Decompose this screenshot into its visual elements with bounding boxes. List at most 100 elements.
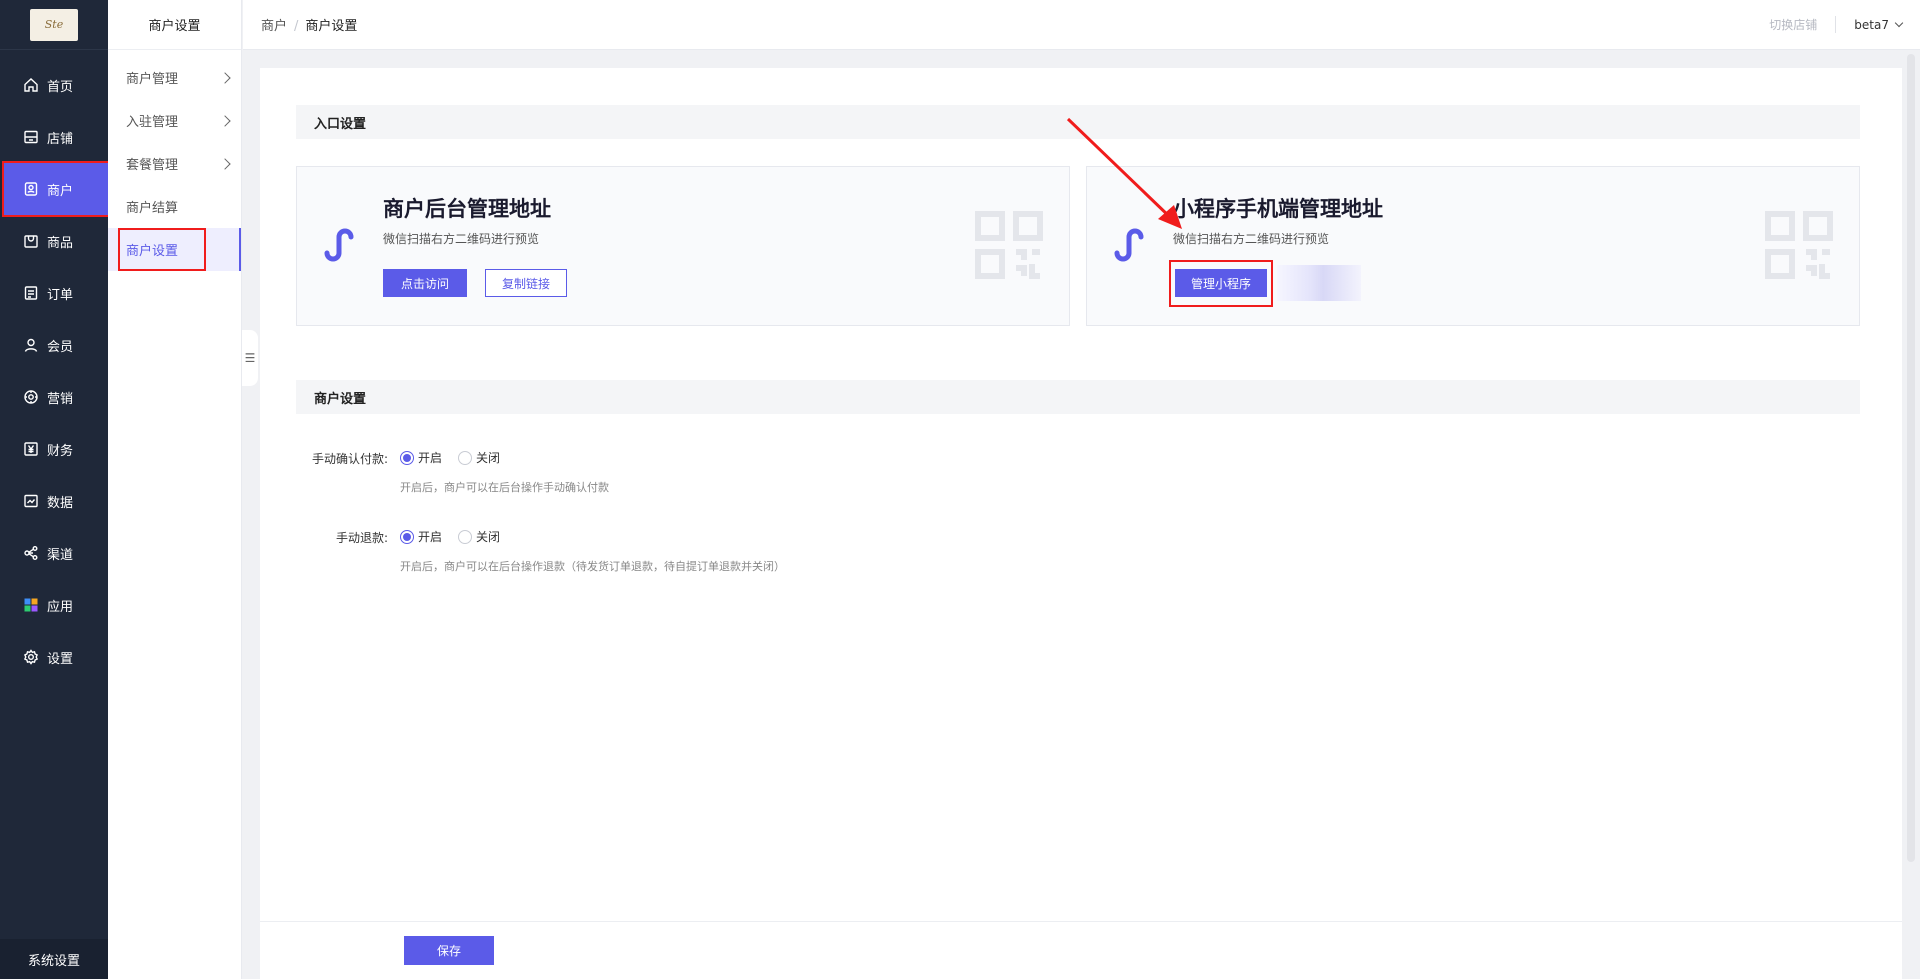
nav-item-data[interactable]: 数据 [0, 475, 108, 527]
sub-item-label: 商户管理 [126, 72, 179, 87]
radio-on[interactable]: 开启 [400, 449, 442, 466]
qr-code-icon [975, 211, 1043, 279]
breadcrumb: 商户 / 商户设置 [261, 15, 357, 34]
sub-item-label: 入驻管理 [126, 115, 179, 130]
field-label: 手动退款: [335, 531, 388, 545]
sub-menu-list: 商户管理 入驻管理 套餐管理 商户结算 商户设置 [108, 50, 241, 271]
nav-item-apps[interactable]: 应用 [0, 579, 108, 631]
card-desc: 微信扫描右方二维码进行预览 [1173, 232, 1330, 246]
nav-item-order[interactable]: 订单 [0, 267, 108, 319]
sub-item-merchant-manage[interactable]: 商户管理 [108, 56, 241, 99]
nav-item-home[interactable]: 首页 [0, 59, 108, 111]
chevron-down-icon [1894, 18, 1904, 28]
nav-item-merchant[interactable]: 商户 [2, 161, 114, 217]
nav-label: 会员 [47, 339, 74, 355]
data-icon [22, 492, 40, 510]
highlight-box [1169, 260, 1273, 307]
radio-unchecked-icon [458, 450, 473, 465]
blurred-link [1277, 265, 1361, 301]
main-nav: 首页 店铺 商户 商品 订单 会员 营销 财务 数据 渠道 应用 设置 [0, 50, 114, 683]
breadcrumb-separator: / [294, 19, 299, 34]
footer-bar: 保存 [260, 921, 1902, 979]
radio-group: 开启 关闭 [400, 449, 516, 466]
nav-label: 首页 [47, 79, 74, 95]
collapse-toggle[interactable]: ☰ [242, 330, 258, 386]
radio-off[interactable]: 关闭 [458, 528, 500, 545]
version-label: beta7 [1854, 17, 1889, 32]
brand-logo[interactable]: Ste [30, 8, 78, 41]
card-title: 小程序手机端管理地址 [1173, 197, 1383, 221]
marketing-icon [22, 388, 40, 406]
nav-label: 营销 [47, 391, 74, 407]
sub-item-label: 商户结算 [126, 201, 179, 216]
scrollbar-thumb[interactable] [1907, 54, 1915, 862]
radio-label: 关闭 [476, 451, 501, 465]
menu-icon: ☰ [244, 351, 256, 365]
nav-label: 设置 [47, 651, 74, 667]
copy-link-button[interactable]: 复制链接 [485, 269, 568, 297]
nav-label: 渠道 [47, 547, 74, 563]
card-title: 商户后台管理地址 [383, 197, 551, 221]
sub-item-settlement[interactable]: 商户结算 [108, 185, 241, 228]
version-dropdown[interactable]: beta7 [1836, 17, 1904, 32]
nav-label: 订单 [47, 287, 74, 303]
chevron-right-icon [219, 157, 231, 170]
main-content: 入口设置 商户后台管理地址 微信扫描右方二维码进行预览 点击访问 复制链接 小程… [260, 68, 1902, 979]
channel-icon [22, 544, 40, 562]
sub-item-settle-in[interactable]: 入驻管理 [108, 99, 241, 142]
page-scrollbar[interactable] [1902, 50, 1920, 979]
nav-label: 应用 [47, 599, 74, 615]
top-bar: 商户 / 商户设置 切换店铺 beta7 [243, 0, 1920, 50]
chevron-right-icon [219, 114, 231, 127]
card-desc: 微信扫描右方二维码进行预览 [383, 232, 540, 246]
nav-item-member[interactable]: 会员 [0, 319, 108, 371]
radio-checked-icon [400, 529, 414, 544]
radio-unchecked-icon [458, 529, 473, 544]
nav-label: 店铺 [47, 131, 74, 147]
nav-item-goods[interactable]: 商品 [0, 215, 108, 267]
breadcrumb-item[interactable]: 商户 [261, 19, 287, 34]
save-button[interactable]: 保存 [404, 936, 494, 965]
order-icon [22, 284, 40, 302]
sub-item-label: 套餐管理 [126, 158, 179, 173]
sub-item-package[interactable]: 套餐管理 [108, 142, 241, 185]
field-label: 手动确认付款: [311, 452, 388, 466]
settings-icon [22, 648, 40, 666]
nav-label: 商户 [47, 183, 74, 199]
top-right-actions: 切换店铺 beta7 [1769, 16, 1904, 33]
radio-label: 关闭 [476, 530, 501, 544]
mini-program-link-icon [1114, 228, 1144, 262]
switch-store-button[interactable]: 切换店铺 [1769, 16, 1837, 33]
radio-checked-icon [400, 450, 414, 465]
nav-item-settings[interactable]: 设置 [0, 631, 108, 683]
visit-button[interactable]: 点击访问 [383, 269, 468, 297]
nav-item-channel[interactable]: 渠道 [0, 527, 108, 579]
nav-item-marketing[interactable]: 营销 [0, 371, 108, 423]
entry-section-title: 入口设置 [296, 105, 1860, 139]
goods-icon [22, 232, 40, 250]
apps-icon [22, 596, 40, 614]
radio-off[interactable]: 关闭 [458, 449, 500, 466]
radio-on[interactable]: 开启 [400, 528, 442, 545]
member-icon [22, 336, 40, 354]
breadcrumb-current: 商户设置 [305, 19, 358, 34]
system-settings-link[interactable]: 系统设置 [0, 939, 108, 979]
mini-program-link-icon [324, 228, 354, 262]
nav-label: 财务 [47, 443, 74, 459]
chevron-right-icon [219, 71, 231, 84]
admin-entry-card: 商户后台管理地址 微信扫描右方二维码进行预览 点击访问 复制链接 [296, 166, 1070, 326]
nav-label: 商品 [47, 235, 74, 251]
qr-code-icon [1765, 211, 1833, 279]
nav-item-finance[interactable]: 财务 [0, 423, 108, 475]
nav-item-store[interactable]: 店铺 [0, 111, 108, 163]
sub-item-merchant-settings[interactable]: 商户设置 [108, 228, 241, 271]
field-hint: 开启后，商户可以在后台操作退款（待发货订单退款，待自提订单退款并关闭） [400, 560, 785, 573]
highlight-box [118, 228, 206, 271]
sub-menu-title: 商户设置 [108, 0, 241, 50]
logo-area: Ste [0, 0, 108, 50]
radio-label: 开启 [418, 451, 443, 465]
radio-label: 开启 [418, 530, 443, 544]
merchant-icon [22, 180, 40, 198]
settings-section-title: 商户设置 [296, 380, 1860, 414]
nav-label: 数据 [47, 495, 74, 511]
